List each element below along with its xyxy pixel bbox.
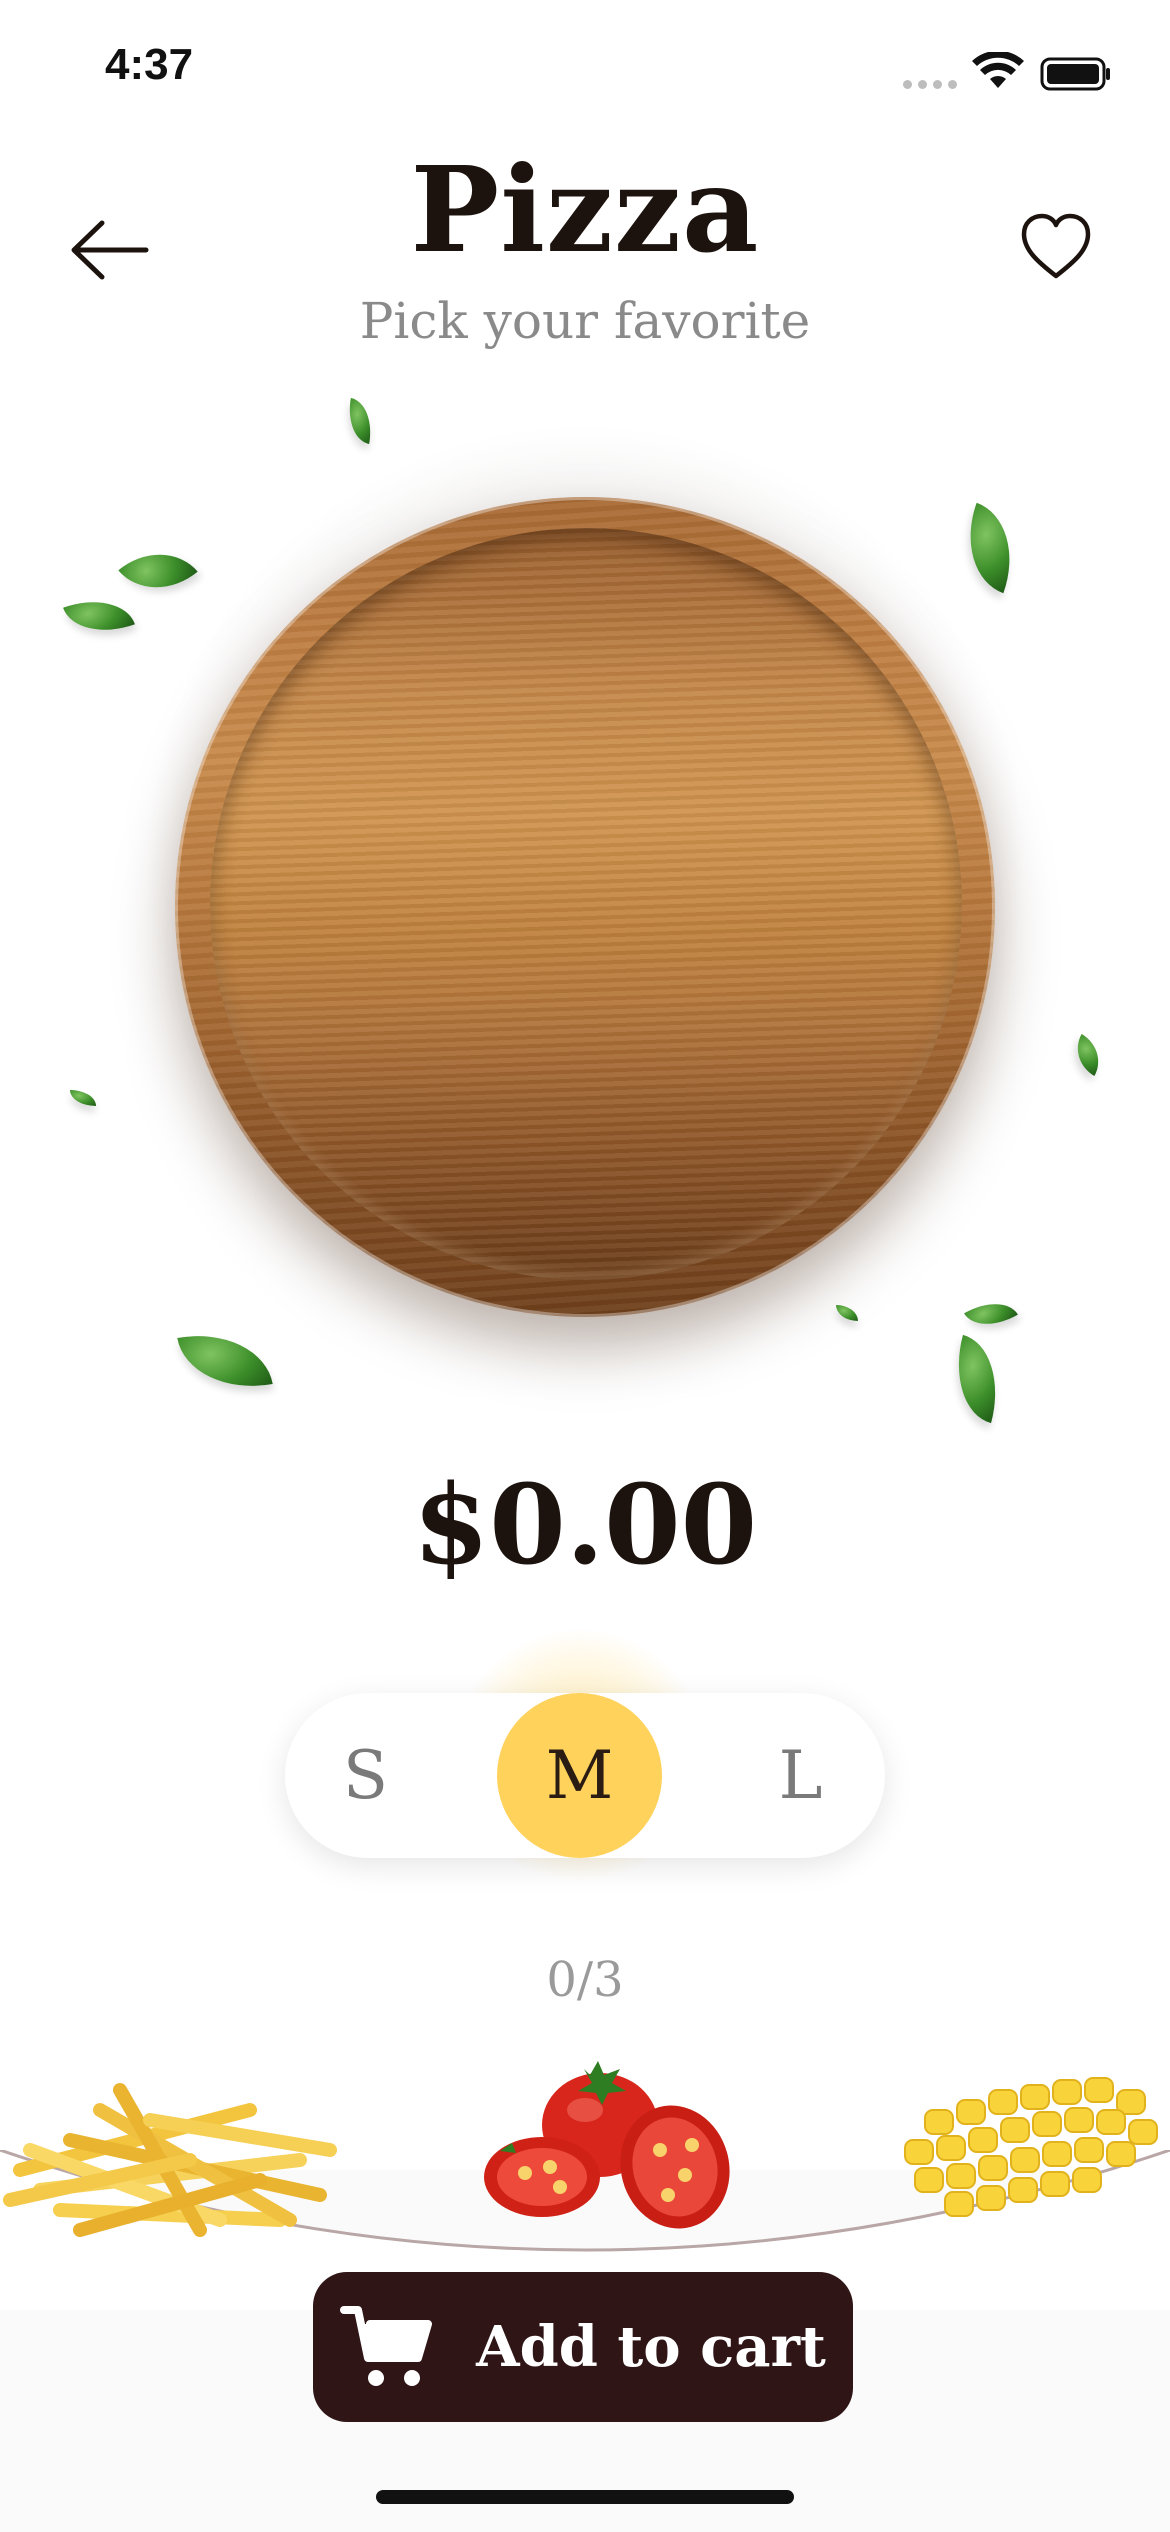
basil-leaf-icon: [70, 1090, 96, 1106]
add-to-cart-label: Add to cart: [476, 2314, 826, 2380]
heart-icon[interactable]: [1018, 210, 1094, 286]
basil-leaf-icon: [964, 1290, 1018, 1338]
plate-inner: [210, 528, 962, 1280]
cart-icon: [340, 2306, 433, 2386]
basil-leaf-icon: [118, 531, 198, 611]
signal-icon: [903, 80, 957, 89]
page-title: Pizza: [410, 140, 760, 279]
corn-icon[interactable]: [885, 2050, 1170, 2250]
fries-icon[interactable]: [0, 2050, 340, 2250]
price-label: $0.00: [412, 1460, 758, 1589]
size-option-m[interactable]: M: [497, 1693, 662, 1858]
basil-leaf-icon: [950, 502, 1030, 594]
size-option-l[interactable]: L: [718, 1693, 883, 1858]
basil-leaf-icon: [63, 586, 135, 646]
tomato-icon[interactable]: [480, 2055, 750, 2235]
status-time: 4:37: [105, 40, 194, 89]
basil-leaf-icon: [1066, 1034, 1110, 1076]
basil-leaf-icon: [836, 1305, 858, 1321]
wifi-icon: [972, 52, 1024, 88]
battery-icon: [1040, 57, 1110, 91]
basil-leaf-icon: [343, 398, 377, 444]
basil-leaf-icon: [177, 1323, 273, 1399]
basil-leaf-icon: [942, 1334, 1012, 1424]
ingredient-counter: 0/3: [546, 1952, 624, 2008]
home-indicator[interactable]: [376, 2490, 794, 2504]
add-to-cart-button[interactable]: Add to cart: [313, 2272, 853, 2422]
size-option-s[interactable]: S: [283, 1693, 448, 1858]
page-subtitle: Pick your favorite: [359, 292, 811, 350]
